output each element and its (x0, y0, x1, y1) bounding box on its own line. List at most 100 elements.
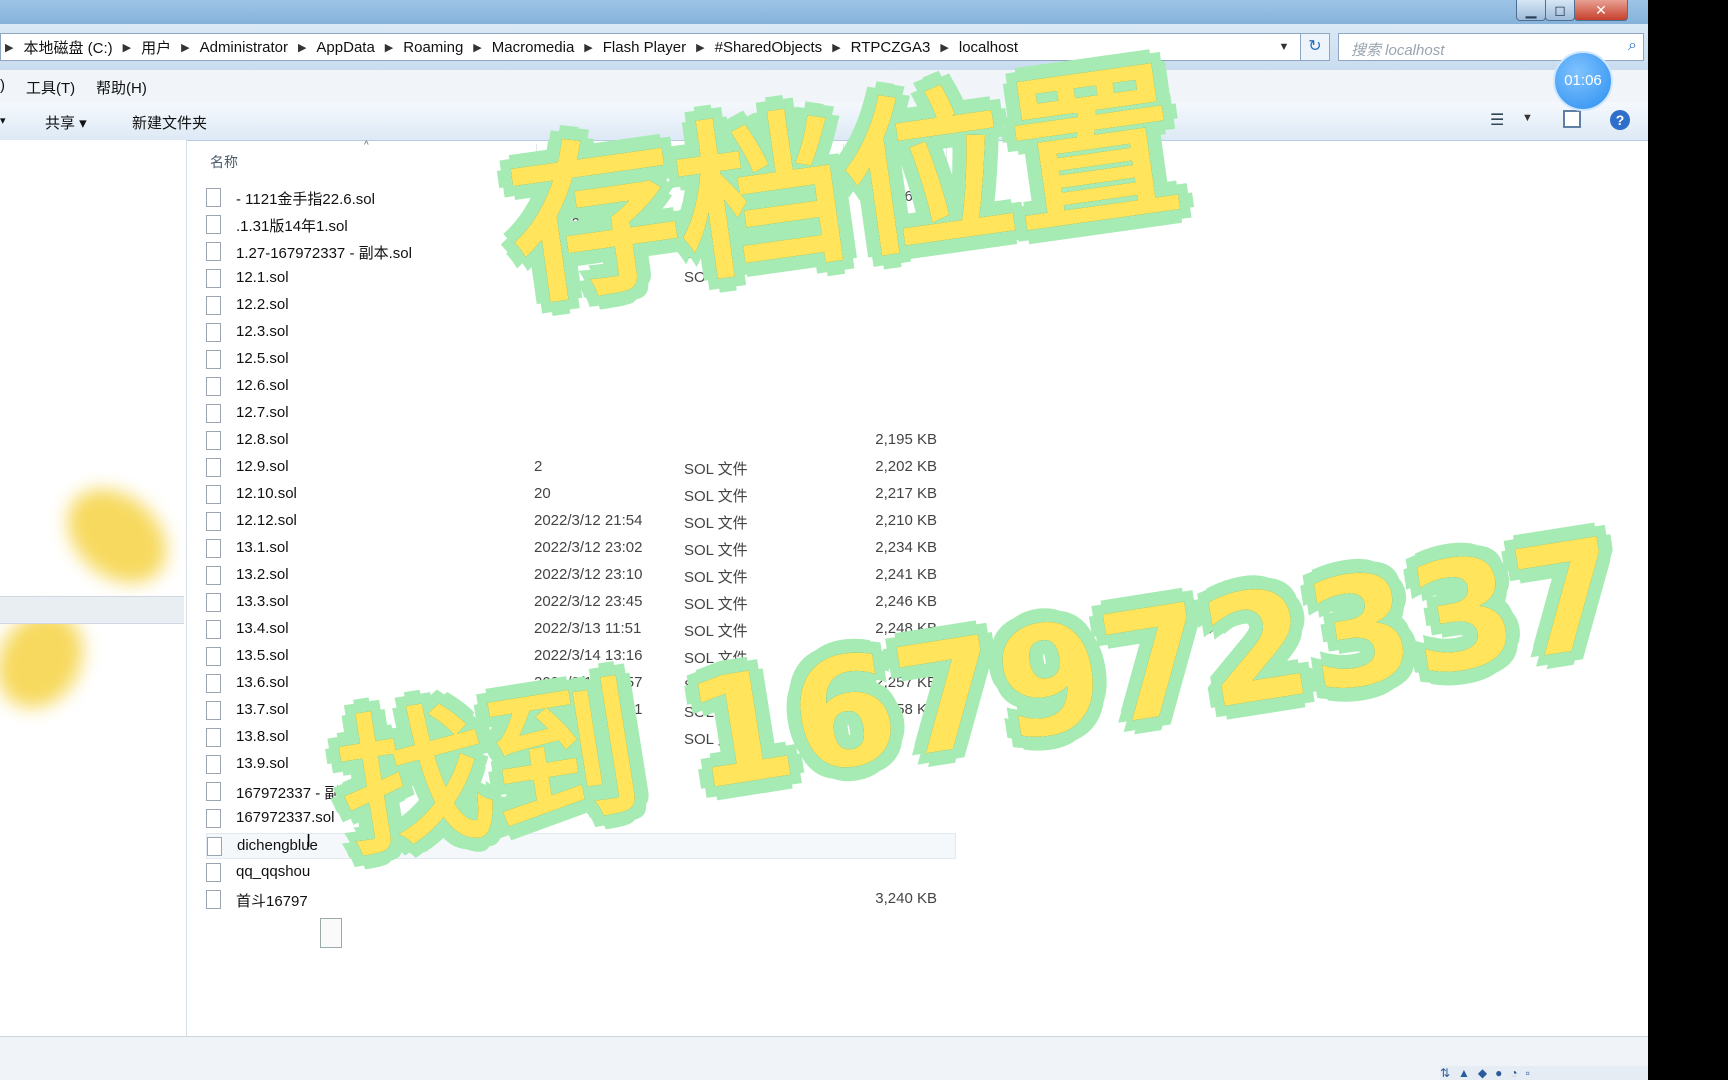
file-row[interactable]: 13.2.sol 2022/3/12 23:10 SOL 文件 2,241 KB (206, 563, 956, 589)
file-name: 12.3.sol (236, 323, 289, 340)
breadcrumb-item[interactable]: Roaming (403, 39, 463, 56)
breadcrumb-arrow-icon[interactable]: ▶ (385, 41, 393, 54)
close-button[interactable]: ✕ (1574, 0, 1628, 21)
breadcrumb-arrow-icon[interactable]: ▶ (5, 41, 13, 54)
breadcrumb-arrow-icon[interactable]: ▶ (696, 41, 704, 54)
file-icon (206, 755, 221, 774)
preview-pane-icon[interactable] (1563, 110, 1581, 128)
breadcrumb-arrow-icon[interactable]: ▶ (298, 41, 306, 54)
search-icon[interactable]: ⌕ (1628, 37, 1637, 55)
sort-arrow-icon: ^ (364, 140, 369, 151)
file-icon (206, 863, 221, 882)
file-name: - 1121金手指22.6.sol (236, 191, 375, 208)
highlight-mark (49, 470, 185, 602)
file-icon (206, 350, 221, 369)
organize-dropdown-icon[interactable]: ▾ (0, 114, 6, 127)
file-row[interactable]: 12.5.sol (206, 347, 956, 373)
file-icon (206, 188, 221, 207)
file-name: 12.1.sol (236, 269, 289, 286)
file-row[interactable]: 12.10.sol 20 SOL 文件 2,217 KB (206, 482, 956, 508)
menu-stub[interactable]: ) (0, 77, 5, 94)
file-row[interactable]: 12.9.sol 2 SOL 文件 2,202 KB (206, 455, 956, 481)
file-name: 13.9.sol (236, 755, 289, 772)
file-row[interactable]: 12.8.sol 2,195 KB (206, 428, 956, 454)
file-name: 13.8.sol (236, 728, 289, 745)
file-size: 2,195 KB (875, 431, 937, 448)
file-date: 2022/3/12 23:02 (534, 539, 643, 556)
file-date: 2022/3/12 21:54 (534, 512, 643, 529)
file-size: 2,217 KB (875, 485, 937, 502)
file-type: SOL 文件 (684, 623, 748, 640)
breadcrumb-item[interactable]: Flash Player (603, 39, 686, 56)
file-row[interactable]: 12.7.sol (206, 401, 956, 427)
file-row[interactable]: 12.3.sol (206, 320, 956, 346)
refresh-icon[interactable]: ↻ (1300, 33, 1330, 61)
title-bar: ▁ ◻ ✕ (0, 0, 1648, 24)
drag-ghost (320, 918, 342, 948)
file-icon (206, 404, 221, 423)
breadcrumb-arrow-icon[interactable]: ▶ (832, 41, 840, 54)
share-button[interactable]: 共享 ▾ (45, 112, 87, 133)
file-type: SOL 文件 (684, 488, 748, 505)
file-icon (207, 837, 222, 856)
file-type: SOL 文件 (684, 569, 748, 586)
breadcrumb-item[interactable]: 本地磁盘 (C:) (23, 37, 112, 58)
file-icon (206, 539, 221, 558)
file-type: SOL 文件 (684, 515, 748, 532)
file-icon (206, 566, 221, 585)
file-row[interactable]: 12.12.sol 2022/3/12 21:54 SOL 文件 2,210 KB (206, 509, 956, 535)
file-icon (206, 593, 221, 612)
file-size: 2,246 KB (875, 593, 937, 610)
file-name: 13.2.sol (236, 566, 289, 583)
menu-tools[interactable]: 工具(T) (26, 77, 75, 98)
minimize-button[interactable]: ▁ (1516, 0, 1546, 21)
file-icon (206, 296, 221, 315)
column-name[interactable]: 名称 (210, 152, 238, 172)
file-type: SOL 文件 (684, 596, 748, 613)
file-row[interactable]: 13.3.sol 2022/3/12 23:45 SOL 文件 2,246 KB (206, 590, 956, 616)
file-size: 2,234 KB (875, 539, 937, 556)
breadcrumb-item[interactable]: #SharedObjects (715, 39, 823, 56)
file-icon (206, 674, 221, 693)
file-icon (206, 269, 221, 288)
breadcrumb-arrow-icon[interactable]: ▶ (940, 41, 948, 54)
breadcrumb-item[interactable]: Macromedia (492, 39, 575, 56)
breadcrumb-item[interactable]: Administrator (200, 39, 288, 56)
breadcrumb-arrow-icon[interactable]: ▶ (181, 41, 189, 54)
help-icon[interactable]: ? (1610, 110, 1630, 130)
file-row[interactable]: qq_qqshou (206, 860, 956, 886)
breadcrumb-arrow-icon[interactable]: ▶ (473, 41, 481, 54)
clock-badge: 01:06 (1553, 51, 1613, 111)
file-name: qq_qqshou (236, 863, 311, 880)
explorer-window: ▁ ◻ ✕ ▶ 本地磁盘 (C:) ▶ 用户 ▶ Administrator ▶ AppDat… (0, 0, 1648, 1080)
file-name: 13.6.sol (236, 674, 289, 691)
file-icon (206, 458, 221, 477)
new-folder-button[interactable]: 新建文件夹 (132, 112, 207, 133)
view-dropdown-icon[interactable]: ▼ (1522, 112, 1533, 124)
address-history-dropdown-icon[interactable]: ▼ (1277, 34, 1291, 60)
breadcrumb-item[interactable]: RTPCZGA3 (851, 39, 931, 56)
file-name: 12.6.sol (236, 377, 289, 394)
maximize-button[interactable]: ◻ (1545, 0, 1575, 21)
navigation-pane[interactable] (0, 140, 187, 1036)
breadcrumb-item[interactable]: AppData (316, 39, 374, 56)
file-icon (206, 620, 221, 639)
file-row[interactable]: 12.6.sol (206, 374, 956, 400)
file-date: 2022/3/13 11:51 (534, 620, 642, 637)
menu-help[interactable]: 帮助(H) (96, 77, 147, 98)
file-size: 3,240 KB (875, 890, 937, 907)
breadcrumb-arrow-icon[interactable]: ▶ (123, 41, 131, 54)
file-type: SOL 文件 (684, 461, 748, 478)
file-row[interactable]: 首斗16797 3,240 KB (206, 887, 956, 913)
file-row[interactable]: 13.1.sol 2022/3/12 23:02 SOL 文件 2,234 KB (206, 536, 956, 562)
breadcrumb-item[interactable]: 用户 (141, 37, 171, 58)
status-bar (0, 1036, 1648, 1080)
nav-pane-row[interactable] (0, 596, 184, 624)
file-name: 167972337.sol (236, 809, 335, 826)
breadcrumb-arrow-icon[interactable]: ▶ (584, 41, 592, 54)
breadcrumb-item[interactable]: localhost (959, 39, 1018, 56)
file-name: 12.8.sol (236, 431, 289, 448)
view-options-icon[interactable]: ☰ (1490, 110, 1504, 130)
address-row: ▶ 本地磁盘 (C:) ▶ 用户 ▶ Administrator ▶ AppData ▶ Roam… (0, 24, 1648, 70)
file-icon (206, 377, 221, 396)
